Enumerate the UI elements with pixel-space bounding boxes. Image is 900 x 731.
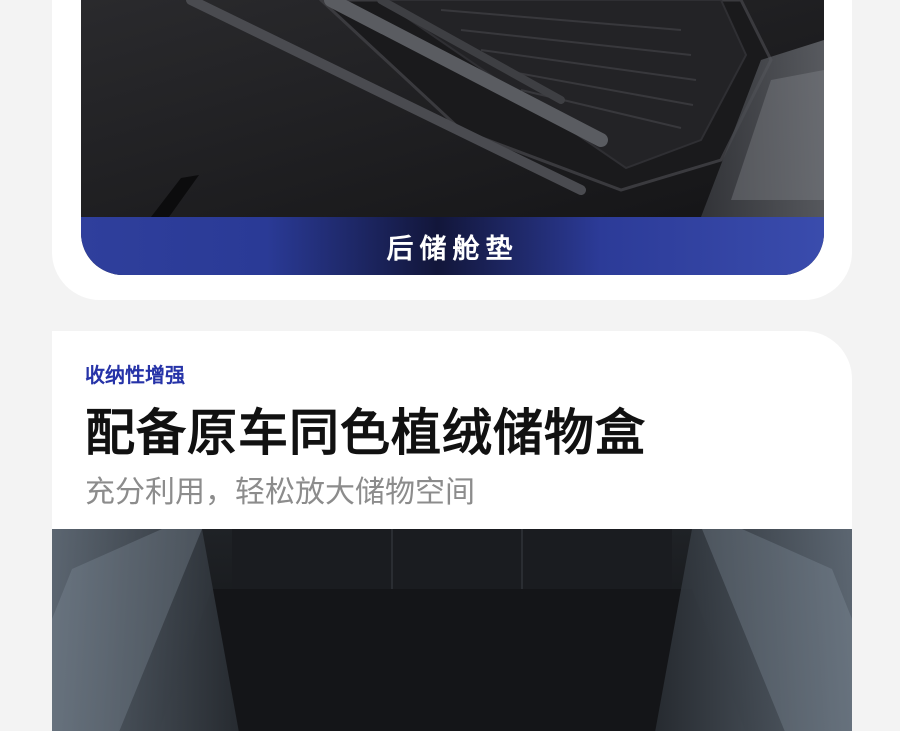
section-eyebrow: 收纳性增强 [85, 363, 185, 387]
rear-storage-mat-photo: 后储舱垫 [81, 0, 824, 275]
section-subline: 充分利用，轻松放大储物空间 [85, 475, 475, 510]
trunk-interior-illustration [52, 529, 852, 731]
rear-storage-mat-banner: 后储舱垫 [81, 217, 824, 275]
banner-label: 后储舱垫 [386, 233, 519, 265]
section-headline: 配备原车同色植绒储物盒 [85, 404, 646, 462]
rear-storage-mat-illustration [81, 0, 824, 217]
trunk-interior-photo [52, 529, 852, 731]
storage-feature-card: 收纳性增强 配备原车同色植绒储物盒 充分利用，轻松放大储物空间 [52, 331, 852, 731]
